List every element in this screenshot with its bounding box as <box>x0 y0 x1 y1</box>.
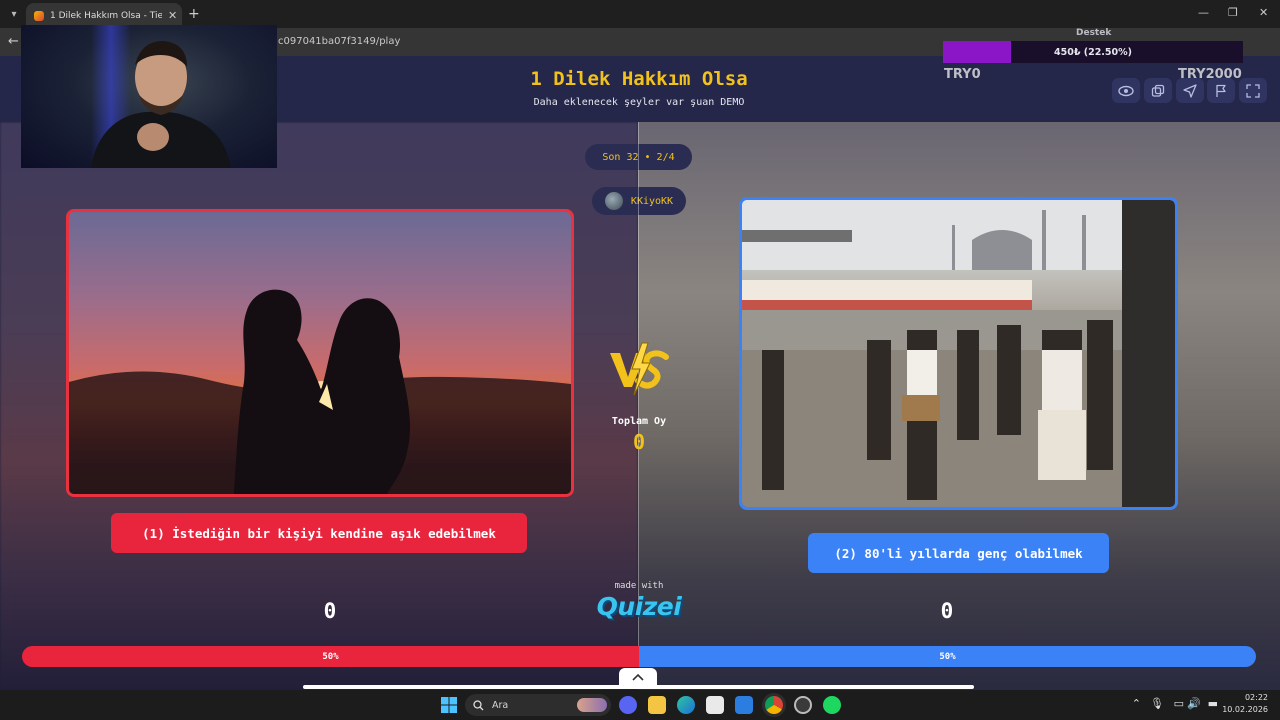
restore-button[interactable]: ❐ <box>1228 6 1238 19</box>
option-left-card[interactable] <box>66 209 574 497</box>
bottom-panel-handle[interactable] <box>303 685 974 689</box>
streamer-silhouette-image <box>91 41 231 168</box>
vs-logo-icon <box>606 341 672 399</box>
file-explorer-icon[interactable] <box>648 696 666 714</box>
network-icon[interactable]: ▭ <box>1170 697 1184 710</box>
quizei-logo[interactable]: Quizei <box>579 592 699 621</box>
volume-icon[interactable]: 🔊 <box>1187 697 1201 710</box>
left-percent-text: 50% <box>322 651 339 662</box>
store-icon[interactable] <box>706 696 724 714</box>
support-progress-text: 450₺ (22.50%) <box>1054 46 1132 58</box>
fullscreen-icon[interactable] <box>1239 78 1267 103</box>
option-right-label[interactable]: (2) 80'li yıllarda genç olabilmek <box>808 533 1109 573</box>
left-vote-count: 0 <box>323 599 337 623</box>
battery-icon[interactable]: ▬ <box>1204 697 1218 710</box>
search-placeholder: Ara <box>492 699 509 711</box>
total-votes-label: Toplam Oy <box>611 416 667 427</box>
tab-favicon-icon <box>34 10 44 21</box>
discord-icon[interactable] <box>619 696 637 714</box>
vote-ratio-bar: 50% 50% <box>22 646 1256 667</box>
browser-tab-bar: ▾ 1 Dilek Hakkım Olsa - Tier List, Kim ✕… <box>0 0 1280 28</box>
copy-icon[interactable] <box>1144 78 1172 103</box>
chrome-icon[interactable] <box>765 696 783 714</box>
total-votes-value: 0 <box>632 430 646 454</box>
tab-title: 1 Dilek Hakkım Olsa - Tier List, Kim <box>50 10 162 21</box>
eye-icon[interactable] <box>1112 78 1140 103</box>
edge-browser-icon[interactable] <box>677 696 695 714</box>
right-percent-text: 50% <box>939 651 956 662</box>
street-scene-image <box>742 200 1175 507</box>
made-with-text: made with <box>614 581 664 591</box>
os-taskbar <box>0 690 1280 720</box>
creator-badge[interactable]: KKiyoKK <box>592 187 686 215</box>
search-highlight-icon <box>577 698 607 712</box>
spotify-icon[interactable] <box>823 696 841 714</box>
support-max-label: TRY2000 <box>1178 67 1242 82</box>
avatar <box>604 192 623 210</box>
webcam-overlay <box>21 25 277 168</box>
option-left-label[interactable]: (1) İstediğin bir kişiyi kendine aşık ed… <box>111 513 527 553</box>
url-text[interactable]: c097041ba07f3149/play <box>278 36 400 47</box>
chevron-up-icon[interactable] <box>619 668 657 686</box>
right-percent-bar: 50% <box>639 646 1256 667</box>
support-min-label: TRY0 <box>944 67 981 82</box>
settings-gear-icon[interactable] <box>794 696 812 714</box>
microphone-icon[interactable]: 🎙 <box>1150 697 1164 710</box>
taskbar-time[interactable]: 02:22 <box>1222 693 1268 702</box>
taskbar-date[interactable]: 10.02.2026 <box>1222 705 1268 714</box>
new-tab-button[interactable]: + <box>188 6 200 22</box>
couple-silhouette-image <box>69 289 571 494</box>
tray-chevron-up-icon[interactable]: ⌃ <box>1129 697 1141 710</box>
taskbar-search[interactable]: Ara <box>465 694 611 716</box>
left-percent-bar: 50% <box>22 646 639 667</box>
mail-icon[interactable] <box>735 696 753 714</box>
minimize-button[interactable]: — <box>1198 6 1209 19</box>
windows-start-icon[interactable] <box>440 696 458 714</box>
tab-close-button[interactable]: ✕ <box>168 9 177 22</box>
back-arrow-icon[interactable]: ← <box>8 34 19 49</box>
search-icon <box>473 699 484 710</box>
option-right-card[interactable] <box>739 197 1178 510</box>
support-title: Destek <box>1076 28 1112 38</box>
tab-search-menu-icon[interactable]: ▾ <box>4 4 24 24</box>
close-window-button[interactable]: ✕ <box>1259 6 1268 19</box>
right-vote-count: 0 <box>940 599 954 623</box>
support-progress-bar: 450₺ (22.50%) <box>943 41 1243 63</box>
